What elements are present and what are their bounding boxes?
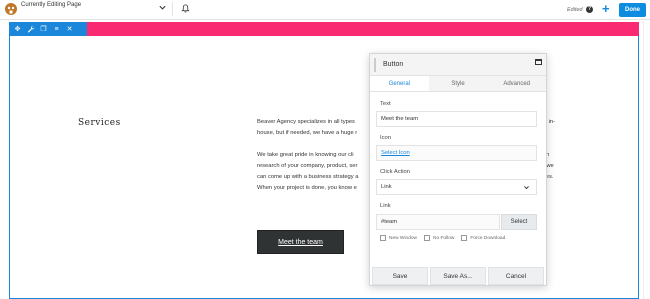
icon-label: Icon	[380, 135, 391, 141]
paragraph-line: When your project is done, you know e	[257, 185, 357, 191]
text-field[interactable]: Meet the team	[376, 111, 537, 127]
top-bar: Currently Editing Page Edited ? + Done	[0, 0, 650, 20]
checkbox-box[interactable]	[380, 235, 386, 241]
maximize-icon[interactable]	[535, 59, 542, 65]
paragraph-line: can come up with a business strategy a	[257, 174, 359, 180]
row-actions-toolbar: ✥ ❐ ≡ ✕	[9, 22, 87, 36]
checkbox-box[interactable]	[424, 235, 430, 241]
force-download-checkbox[interactable]: Force Download	[461, 235, 505, 241]
select-icon-link[interactable]: Select Icon	[381, 150, 410, 156]
page-builder: Currently Editing Page Edited ? + Done ✥…	[0, 0, 650, 299]
close-icon[interactable]: ✕	[65, 25, 74, 34]
panel-header[interactable]: Button	[370, 54, 546, 76]
click-action-value: Link	[381, 184, 392, 190]
chevron-down-icon[interactable]	[158, 3, 167, 12]
paragraph-1: Beaver Agency specializes in all types h…	[257, 117, 357, 139]
tab-style[interactable]: Style	[429, 76, 488, 91]
add-content-button[interactable]: +	[602, 2, 610, 15]
beaver-logo-icon	[5, 3, 17, 15]
link-input[interactable]: #team	[376, 214, 500, 230]
click-action-label: Click Action	[380, 169, 410, 175]
paragraph-line: We take great pride in knowing our cli	[257, 152, 354, 158]
save-button[interactable]: Save	[372, 267, 428, 285]
tab-advanced[interactable]: Advanced	[487, 76, 546, 91]
drag-handle[interactable]	[374, 58, 376, 72]
paragraph-line: research of your company, product, ser	[257, 163, 358, 169]
menu-icon[interactable]: ≡	[52, 25, 61, 34]
panel-title: Button	[383, 61, 404, 68]
page-title: Currently Editing Page	[21, 2, 82, 8]
duplicate-icon[interactable]: ❐	[39, 25, 48, 34]
no-follow-checkbox[interactable]: No Follow	[424, 235, 454, 241]
select-link-button[interactable]: Select	[501, 214, 537, 230]
checkbox-label: Force Download	[470, 235, 506, 241]
button-settings-panel: Button General Style Advanced Text Meet …	[369, 53, 547, 286]
move-icon[interactable]: ✥	[13, 25, 22, 34]
done-button[interactable]: Done	[619, 3, 646, 17]
divider	[172, 2, 173, 16]
link-label: Link	[380, 203, 391, 209]
edited-status: Edited	[567, 7, 583, 13]
vertical-scrollbar[interactable]	[643, 21, 650, 299]
paragraph-line: house, but if needed, we have a huge r	[257, 130, 358, 136]
meet-the-team-button[interactable]: Meet the team	[257, 230, 344, 254]
save-as-button[interactable]: Save As...	[430, 267, 486, 285]
tab-general[interactable]: General	[370, 76, 429, 91]
click-action-select[interactable]: Link	[376, 179, 537, 195]
cancel-button[interactable]: Cancel	[488, 267, 544, 285]
checkbox-label: New Window	[389, 235, 417, 241]
checkbox-label: No Follow	[433, 235, 455, 241]
panel-tabs: General Style Advanced	[370, 76, 546, 92]
panel-footer: Save Save As... Cancel	[370, 267, 546, 285]
checkbox-box[interactable]	[461, 235, 468, 241]
services-heading: Services	[78, 118, 121, 128]
bell-icon[interactable]	[181, 4, 190, 13]
paragraph-2: We take great pride in knowing our cli r…	[257, 150, 359, 194]
help-icon[interactable]: ?	[586, 6, 593, 13]
paragraph-line: Beaver Agency specializes in all types	[257, 119, 355, 125]
chevron-down-icon	[524, 186, 529, 190]
text-label: Text	[380, 101, 391, 107]
wrench-icon[interactable]	[26, 25, 35, 34]
new-window-checkbox[interactable]: New Window	[380, 235, 417, 241]
link-options: New Window No Follow Force Download	[380, 235, 505, 241]
icon-field: Select Icon	[376, 145, 537, 161]
row-overlay-bar[interactable]	[9, 22, 639, 36]
